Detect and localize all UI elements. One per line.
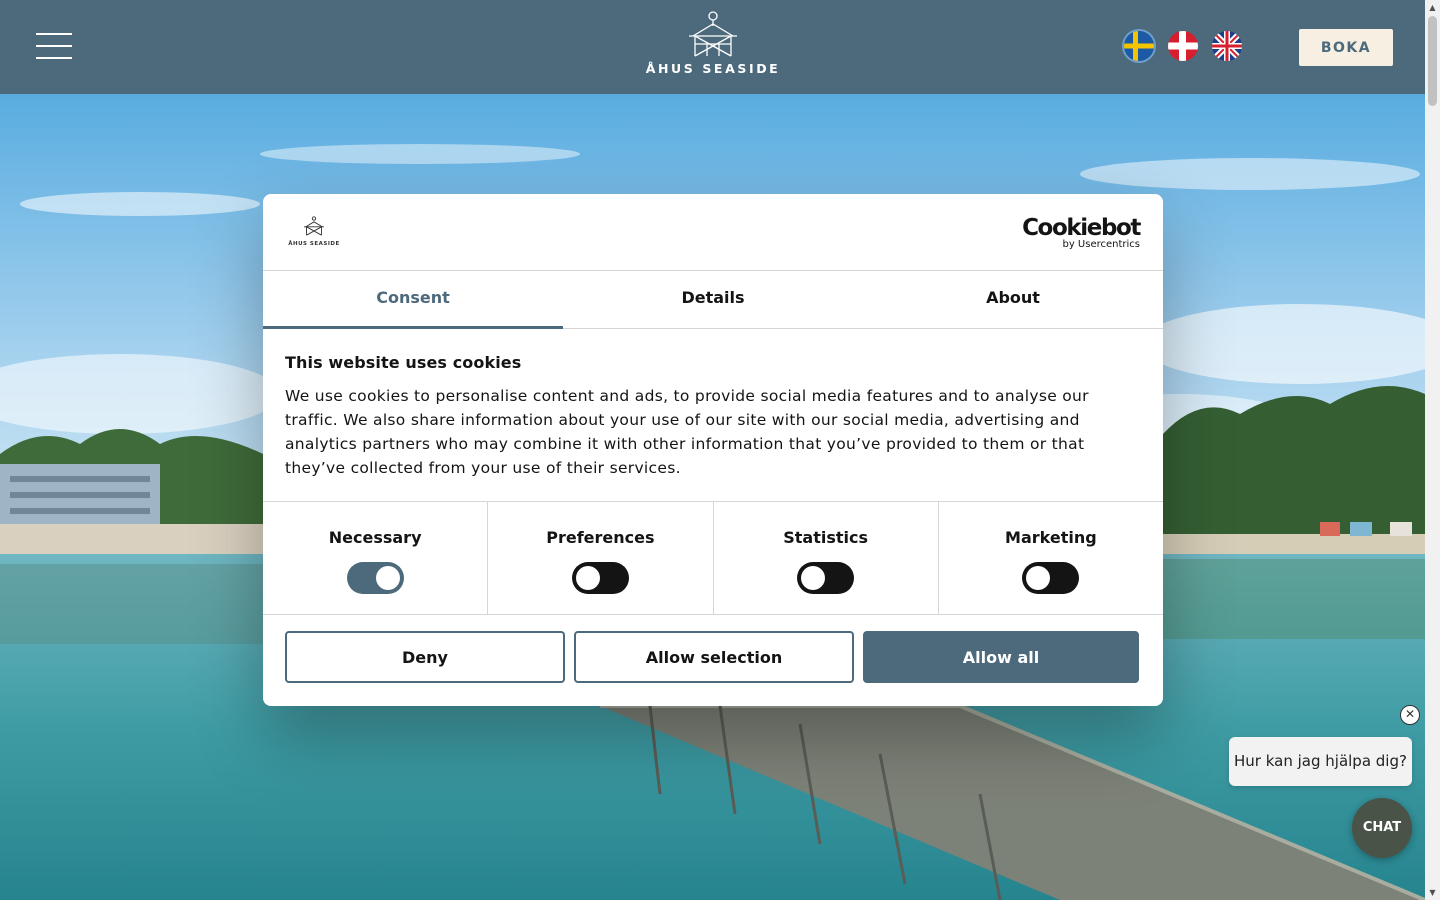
category-label: Preferences: [546, 528, 655, 547]
dialog-title: This website uses cookies: [285, 353, 522, 372]
scroll-down-arrow-icon[interactable]: ▼: [1425, 885, 1440, 900]
marketing-toggle[interactable]: [1022, 562, 1080, 594]
flag-swedish-icon[interactable]: [1124, 31, 1154, 61]
category-label: Marketing: [1005, 528, 1097, 547]
statistics-toggle[interactable]: [797, 562, 855, 594]
close-icon[interactable]: ✕: [1400, 705, 1420, 725]
cookiebot-logo[interactable]: Cookiebot by Usercentrics: [1022, 215, 1141, 250]
category-preferences: Preferences: [488, 502, 714, 614]
dialog-header: ÅHUS SEASIDE Cookiebot by Usercentrics: [263, 194, 1163, 271]
category-necessary: Necessary: [263, 502, 489, 614]
hamburger-menu-icon[interactable]: [36, 33, 72, 61]
category-label: Necessary: [328, 528, 422, 547]
chat-prompt-bubble[interactable]: Hur kan jag hjälpa dig?: [1229, 737, 1412, 786]
category-marketing: Marketing: [939, 502, 1163, 614]
site-header: ÅHUS SEASIDE BOKA: [0, 0, 1425, 94]
tab-about[interactable]: About: [863, 271, 1163, 328]
page-scrollbar[interactable]: ▲ ▼: [1425, 0, 1440, 900]
cookie-consent-dialog: ÅHUS SEASIDE Cookiebot by Usercentrics C…: [263, 194, 1163, 706]
dialog-description: We use cookies to personalise content an…: [285, 387, 1089, 477]
category-label: Statistics: [783, 528, 868, 547]
pavilion-logo-icon: [689, 11, 737, 57]
scroll-up-arrow-icon[interactable]: ▲: [1425, 0, 1440, 15]
preferences-toggle[interactable]: [571, 562, 629, 594]
scroll-thumb[interactable]: [1428, 16, 1437, 106]
boka-button[interactable]: BOKA: [1299, 29, 1393, 66]
flag-danish-icon[interactable]: [1168, 31, 1198, 61]
category-statistics: Statistics: [714, 502, 939, 614]
dialog-body: This website uses cookies We use cookies…: [263, 329, 1163, 502]
tab-details[interactable]: Details: [563, 271, 863, 328]
tab-consent[interactable]: Consent: [263, 271, 563, 329]
flag-english-icon[interactable]: [1212, 31, 1242, 61]
dialog-site-logo: ÅHUS SEASIDE: [287, 216, 341, 248]
cookiebot-brand: Cookiebot: [1022, 215, 1141, 241]
allow-all-button[interactable]: Allow all: [863, 631, 1139, 683]
dialog-tabs: Consent Details About: [263, 271, 1163, 329]
allow-selection-button[interactable]: Allow selection: [574, 631, 854, 683]
logo-text: ÅHUS SEASIDE: [645, 61, 781, 76]
dialog-logo-text: ÅHUS SEASIDE: [288, 241, 340, 247]
consent-categories: Necessary Preferences Statistics Marketi…: [263, 502, 1163, 615]
necessary-toggle[interactable]: [346, 562, 404, 594]
dialog-buttons: Deny Allow selection Allow all: [263, 615, 1163, 683]
chat-button[interactable]: CHAT: [1352, 798, 1412, 858]
site-logo[interactable]: ÅHUS SEASIDE: [636, 10, 790, 82]
pavilion-logo-icon: [304, 216, 324, 236]
deny-button[interactable]: Deny: [285, 631, 565, 683]
